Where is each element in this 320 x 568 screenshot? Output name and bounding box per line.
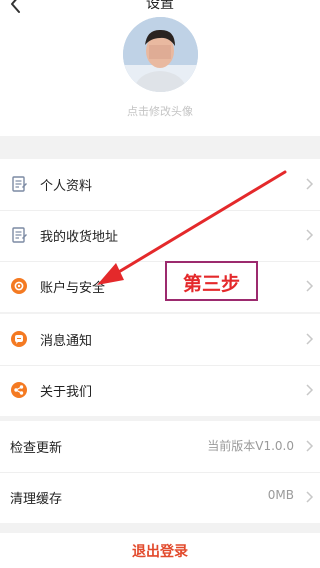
avatar[interactable] <box>123 17 198 92</box>
row-label: 账户与安全 <box>40 281 106 296</box>
row-check-update[interactable]: 检查更新 当前版本V1.0.0 <box>0 421 320 472</box>
system-group: 检查更新 当前版本V1.0.0 清理缓存 0MB <box>0 421 320 523</box>
row-notifications[interactable]: 消息通知 <box>0 314 320 365</box>
logout-button[interactable]: 退出登录 <box>0 533 320 568</box>
info-group: 消息通知 关于我们 <box>0 314 320 416</box>
message-icon <box>11 331 27 347</box>
cache-size-value: 0MB <box>267 488 294 502</box>
version-value: 当前版本V1.0.0 <box>207 439 294 453</box>
chevron-right-icon <box>306 384 314 396</box>
share-icon <box>11 382 27 398</box>
document-icon <box>12 227 27 243</box>
step-annotation-label: 第三步 <box>182 273 240 295</box>
row-label: 消息通知 <box>40 334 93 349</box>
row-about-us[interactable]: 关于我们 <box>0 365 320 416</box>
page-title: 设置 <box>146 0 174 12</box>
row-clear-cache[interactable]: 清理缓存 0MB <box>0 472 320 523</box>
row-account-security[interactable]: 账户与安全 <box>0 261 320 312</box>
chevron-right-icon <box>306 440 314 452</box>
logout-label: 退出登录 <box>132 544 188 560</box>
step-annotation-box: 第三步 <box>165 261 258 301</box>
document-icon <box>12 176 27 192</box>
avatar-hint[interactable]: 点击修改头像 <box>0 103 320 119</box>
row-label: 个人资料 <box>40 179 93 194</box>
row-label: 清理缓存 <box>10 492 63 507</box>
chevron-right-icon <box>306 280 314 292</box>
gear-icon <box>11 278 27 294</box>
chevron-right-icon <box>306 491 314 503</box>
profile-settings-group: 个人资料 我的收货地址 账户与安全 <box>0 159 320 312</box>
row-shipping-address[interactable]: 我的收货地址 <box>0 210 320 261</box>
chevron-right-icon <box>306 333 314 345</box>
row-label: 关于我们 <box>40 385 93 400</box>
chevron-right-icon <box>306 178 314 190</box>
row-label: 检查更新 <box>10 441 63 456</box>
row-personal-info[interactable]: 个人资料 <box>0 159 320 210</box>
row-label: 我的收货地址 <box>40 230 119 245</box>
profile-header: 设置 点击修改头像 <box>0 0 320 136</box>
chevron-right-icon <box>306 229 314 241</box>
